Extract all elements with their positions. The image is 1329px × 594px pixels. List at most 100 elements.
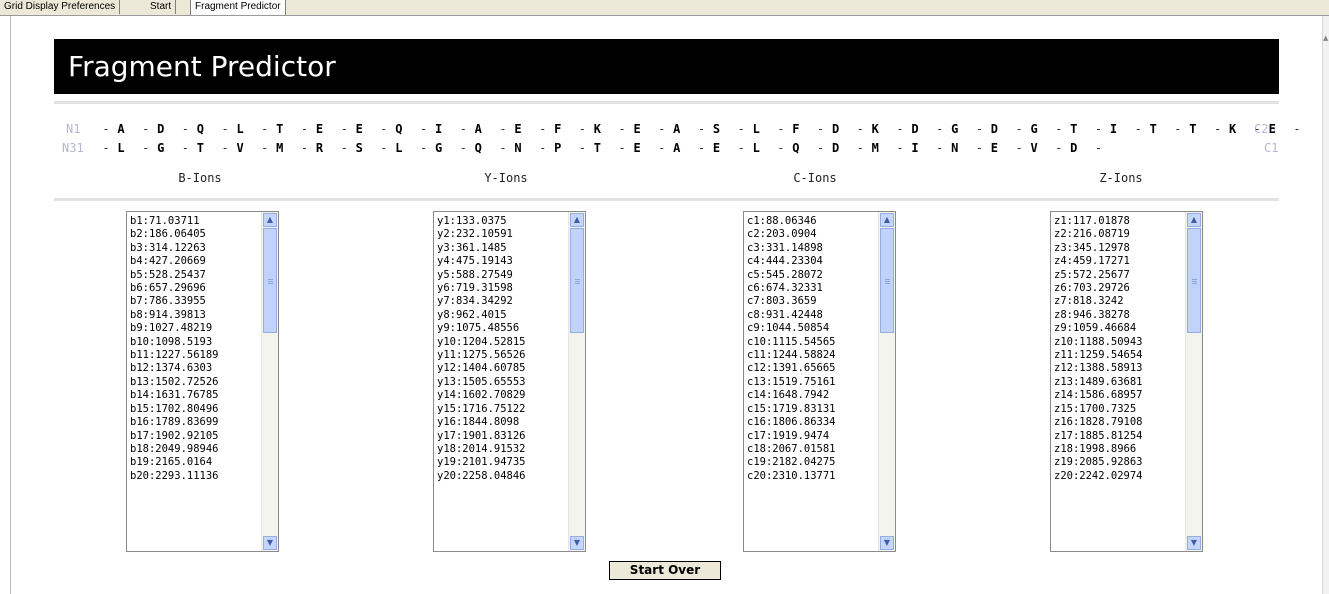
list-item[interactable]: b9:1027.48219 (130, 322, 219, 335)
scroll-up-icon[interactable]: ▲ (263, 213, 277, 227)
list-item[interactable]: c1:88.06346 (747, 215, 836, 228)
list-item[interactable]: y2:232.10591 (437, 228, 526, 241)
list-item[interactable]: b2:186.06405 (130, 228, 219, 241)
z-ions-list[interactable]: z1:117.01878 z2:216.08719 z3:345.12978 z4:4… (1050, 211, 1203, 552)
list-item[interactable]: b6:657.29696 (130, 282, 219, 295)
scroll-up-arrow-icon[interactable]: ▲ (1323, 34, 1329, 44)
tab-fragment-predictor[interactable]: Fragment Predictor (190, 0, 286, 15)
list-item[interactable]: b10:1098.5193 (130, 336, 219, 349)
list-item[interactable]: z6:703.29726 (1054, 282, 1143, 295)
list-item[interactable]: y11:1275.56526 (437, 349, 526, 362)
start-over-button[interactable]: Start Over (609, 561, 721, 580)
list-item[interactable]: b8:914.39813 (130, 309, 219, 322)
y-ions-list[interactable]: y1:133.0375 y2:232.10591 y3:361.1485 y4:475… (433, 211, 586, 552)
list-item[interactable]: c4:444.23304 (747, 255, 836, 268)
list-scrollbar[interactable]: ▲ ▼ (568, 212, 585, 551)
list-item[interactable]: b13:1502.72526 (130, 376, 219, 389)
list-item[interactable]: z15:1700.7325 (1054, 403, 1143, 416)
list-item[interactable]: c9:1044.50854 (747, 322, 836, 335)
list-item[interactable]: z1:117.01878 (1054, 215, 1143, 228)
list-item[interactable]: y18:2014.91532 (437, 443, 526, 456)
list-item[interactable]: b16:1789.83699 (130, 416, 219, 429)
list-item[interactable]: c13:1519.75161 (747, 376, 836, 389)
b-ions-list[interactable]: b1:71.03711 b2:186.06405 b3:314.12263 b4:42… (126, 211, 279, 552)
list-item[interactable]: b12:1374.6303 (130, 362, 219, 375)
list-item[interactable]: c14:1648.7942 (747, 389, 836, 402)
scroll-thumb[interactable] (570, 228, 584, 333)
list-item[interactable]: c7:803.3659 (747, 295, 836, 308)
list-item[interactable]: c5:545.28072 (747, 269, 836, 282)
list-item[interactable]: y9:1075.48556 (437, 322, 526, 335)
scroll-thumb[interactable] (263, 228, 277, 333)
scroll-up-icon[interactable]: ▲ (1187, 213, 1201, 227)
list-item[interactable]: z17:1885.81254 (1054, 430, 1143, 443)
list-item[interactable]: y10:1204.52815 (437, 336, 526, 349)
list-item[interactable]: b19:2165.0164 (130, 456, 219, 469)
list-item[interactable]: y4:475.19143 (437, 255, 526, 268)
list-scrollbar[interactable]: ▲ ▼ (261, 212, 278, 551)
list-item[interactable]: y20:2258.04846 (437, 470, 526, 483)
list-item[interactable]: z13:1489.63681 (1054, 376, 1143, 389)
list-item[interactable]: z7:818.3242 (1054, 295, 1143, 308)
list-item[interactable]: b18:2049.98946 (130, 443, 219, 456)
list-item[interactable]: b11:1227.56189 (130, 349, 219, 362)
list-item[interactable]: b7:786.33955 (130, 295, 219, 308)
list-item[interactable]: y17:1901.83126 (437, 430, 526, 443)
scroll-down-icon[interactable]: ▼ (570, 536, 584, 550)
list-item[interactable]: z8:946.38278 (1054, 309, 1143, 322)
list-item[interactable]: b4:427.20669 (130, 255, 219, 268)
list-item[interactable]: b1:71.03711 (130, 215, 219, 228)
list-item[interactable]: y16:1844.8098 (437, 416, 526, 429)
list-item[interactable]: z12:1388.58913 (1054, 362, 1143, 375)
list-item[interactable]: b5:528.25437 (130, 269, 219, 282)
list-item[interactable]: y5:588.27549 (437, 269, 526, 282)
tab-start[interactable]: Start (146, 0, 177, 14)
c-ions-list[interactable]: c1:88.06346 c2:203.0904 c3:331.14898 c4:444… (743, 211, 896, 552)
tab-grid-display-preferences[interactable]: Grid Display Preferences (0, 0, 121, 14)
list-item[interactable]: b14:1631.76785 (130, 389, 219, 402)
list-item[interactable]: z18:1998.8966 (1054, 443, 1143, 456)
list-item[interactable]: y3:361.1485 (437, 242, 526, 255)
list-item[interactable]: y12:1404.60785 (437, 362, 526, 375)
list-item[interactable]: c12:1391.65665 (747, 362, 836, 375)
list-item[interactable]: z4:459.17271 (1054, 255, 1143, 268)
list-item[interactable]: c8:931.42448 (747, 309, 836, 322)
list-item[interactable]: c3:331.14898 (747, 242, 836, 255)
list-item[interactable]: c16:1806.86334 (747, 416, 836, 429)
scroll-down-icon[interactable]: ▼ (1187, 536, 1201, 550)
list-item[interactable]: b3:314.12263 (130, 242, 219, 255)
list-item[interactable]: y1:133.0375 (437, 215, 526, 228)
scroll-down-icon[interactable]: ▼ (263, 536, 277, 550)
list-item[interactable]: y13:1505.65553 (437, 376, 526, 389)
list-item[interactable]: y7:834.34292 (437, 295, 526, 308)
list-item[interactable]: z14:1586.68957 (1054, 389, 1143, 402)
list-item[interactable]: z20:2242.02974 (1054, 470, 1143, 483)
scroll-thumb[interactable] (1187, 228, 1201, 333)
list-item[interactable]: c6:674.32331 (747, 282, 836, 295)
list-item[interactable]: y8:962.4015 (437, 309, 526, 322)
list-item[interactable]: z3:345.12978 (1054, 242, 1143, 255)
list-item[interactable]: c17:1919.9474 (747, 430, 836, 443)
list-item[interactable]: y6:719.31598 (437, 282, 526, 295)
list-item[interactable]: z16:1828.79108 (1054, 416, 1143, 429)
list-item[interactable]: z2:216.08719 (1054, 228, 1143, 241)
scroll-up-icon[interactable]: ▲ (880, 213, 894, 227)
list-item[interactable]: c11:1244.58824 (747, 349, 836, 362)
list-item[interactable]: z19:2085.92863 (1054, 456, 1143, 469)
list-item[interactable]: b20:2293.11136 (130, 470, 219, 483)
list-item[interactable]: z9:1059.46684 (1054, 322, 1143, 335)
list-item[interactable]: c10:1115.54565 (747, 336, 836, 349)
list-item[interactable]: c15:1719.83131 (747, 403, 836, 416)
list-item[interactable]: c18:2067.01581 (747, 443, 836, 456)
list-item[interactable]: z11:1259.54654 (1054, 349, 1143, 362)
list-item[interactable]: y19:2101.94735 (437, 456, 526, 469)
list-item[interactable]: z5:572.25677 (1054, 269, 1143, 282)
scroll-thumb[interactable] (880, 228, 894, 333)
list-scrollbar[interactable]: ▲ ▼ (1185, 212, 1202, 551)
list-item[interactable]: c20:2310.13771 (747, 470, 836, 483)
page-scrollbar[interactable] (1322, 16, 1329, 594)
list-item[interactable]: b15:1702.80496 (130, 403, 219, 416)
scroll-down-icon[interactable]: ▼ (880, 536, 894, 550)
list-item[interactable]: c19:2182.04275 (747, 456, 836, 469)
scroll-up-icon[interactable]: ▲ (570, 213, 584, 227)
